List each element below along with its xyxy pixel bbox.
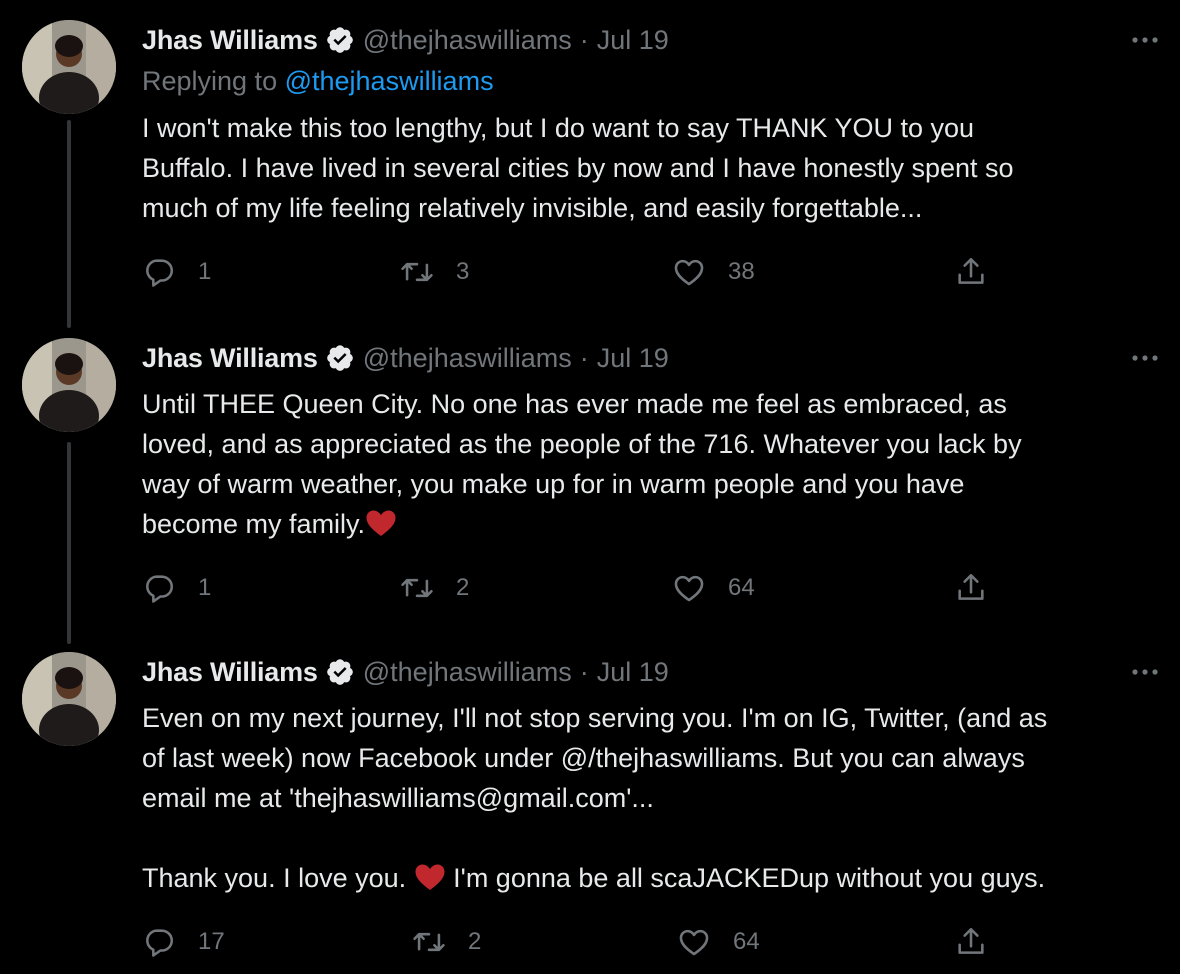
retweet-icon xyxy=(401,262,433,282)
like-button[interactable]: 64 xyxy=(677,922,760,962)
like-icon xyxy=(674,259,704,286)
retweet-button[interactable]: 3 xyxy=(400,252,469,292)
tweet-text: Until THEE Queen City. No one has ever m… xyxy=(142,384,1022,544)
reply-icon xyxy=(146,259,174,287)
tweet-text-line: of last week) now Facebook under @/thejh… xyxy=(142,743,1025,773)
like-count: 38 xyxy=(728,258,755,285)
tweet-header: Jhas Williams @thejhaswilliams · Jul 19 xyxy=(142,652,669,692)
avatar[interactable] xyxy=(22,20,116,114)
tweet-actions: 1 2 64 xyxy=(142,568,1022,608)
author-name[interactable]: Jhas Williams xyxy=(142,25,318,56)
tweet-header: Jhas Williams @thejhaswilliams · Jul 19 xyxy=(142,338,669,378)
reply-count: 1 xyxy=(198,258,212,285)
separator-dot: · xyxy=(579,342,589,373)
tweet-text-line: become my family. xyxy=(142,504,1022,544)
tweet-text-line: Thank you. I love you. I'm gonna be all … xyxy=(142,858,1047,898)
replying-to-label: Replying to xyxy=(142,66,285,96)
replying-to: Replying to @thejhaswilliams xyxy=(142,66,494,97)
retweet-count: 3 xyxy=(456,258,470,285)
like-button[interactable]: 64 xyxy=(672,568,755,608)
thread-line xyxy=(67,442,71,644)
retweet-count: 2 xyxy=(456,574,470,601)
retweet-button[interactable]: 2 xyxy=(412,922,481,962)
tweet-text-line: Until THEE Queen City. No one has ever m… xyxy=(142,389,1007,419)
reply-button[interactable]: 17 xyxy=(142,922,225,962)
tweet-text-blank-line xyxy=(142,818,1047,858)
retweet-icon xyxy=(401,578,433,598)
tweet-date[interactable]: Jul 19 xyxy=(597,343,669,374)
tweet-date[interactable]: Jul 19 xyxy=(597,25,669,56)
reply-count: 17 xyxy=(198,928,225,955)
like-icon xyxy=(679,929,709,956)
avatar[interactable] xyxy=(22,338,116,432)
tweet-header: Jhas Williams @thejhaswilliams · Jul 19 xyxy=(142,20,669,60)
more-options-icon[interactable] xyxy=(1128,662,1162,682)
retweet-count: 2 xyxy=(468,928,482,955)
reply-icon xyxy=(146,929,174,957)
thread-line xyxy=(67,120,71,328)
tweet-date[interactable]: Jul 19 xyxy=(597,657,669,688)
avatar[interactable] xyxy=(22,652,116,746)
author-handle[interactable]: @thejhaswilliams xyxy=(363,25,572,56)
share-icon xyxy=(958,927,984,954)
like-count: 64 xyxy=(733,928,760,955)
verified-badge-icon xyxy=(326,27,353,53)
tweet-3[interactable]: Jhas Williams @thejhaswilliams · Jul 19 … xyxy=(0,652,1180,974)
tweet-2[interactable]: Jhas Williams @thejhaswilliams · Jul 19 … xyxy=(0,338,1180,644)
like-button[interactable]: 38 xyxy=(672,252,755,292)
avatar-image xyxy=(22,20,116,114)
red-heart-emoji-icon xyxy=(415,864,445,890)
tweet-text-line: Buffalo. I have lived in several cities … xyxy=(142,153,1014,183)
share-button[interactable] xyxy=(954,568,988,608)
like-count: 64 xyxy=(728,574,755,601)
share-button[interactable] xyxy=(954,922,988,962)
tweet-text-segment: become my family. xyxy=(142,509,366,539)
separator-dot: · xyxy=(579,24,589,55)
tweet-text: Even on my next journey, I'll not stop s… xyxy=(142,698,1047,898)
avatar-image xyxy=(22,338,116,432)
reply-count: 1 xyxy=(198,574,212,601)
more-options-icon[interactable] xyxy=(1128,30,1162,50)
retweet-button[interactable]: 2 xyxy=(400,568,469,608)
avatar-image xyxy=(22,652,116,746)
author-name[interactable]: Jhas Williams xyxy=(142,343,318,374)
reply-icon xyxy=(146,575,174,603)
like-icon xyxy=(674,575,704,602)
author-handle[interactable]: @thejhaswilliams xyxy=(363,343,572,374)
reply-button[interactable]: 1 xyxy=(142,568,211,608)
verified-badge-icon xyxy=(326,659,353,685)
tweet-text-line: much of my life feeling relatively invis… xyxy=(142,193,923,223)
separator-dot: · xyxy=(579,656,589,687)
author-handle[interactable]: @thejhaswilliams xyxy=(363,657,572,688)
tweet-text-line: I won't make this too lengthy, but I do … xyxy=(142,113,975,143)
tweet-text: I won't make this too lengthy, but I do … xyxy=(142,108,1014,228)
tweet-text-segment: I'm gonna be all scaJACKEDup without you… xyxy=(445,863,1046,893)
share-button[interactable] xyxy=(954,252,988,292)
tweet-text-line: loved, and as appreciated as the people … xyxy=(142,429,1022,459)
share-icon xyxy=(958,573,984,600)
tweet-text-line: email me at 'thejhaswilliams@gmail.com'.… xyxy=(142,783,654,813)
red-heart-emoji-icon xyxy=(366,510,396,536)
tweet-1[interactable]: Jhas Williams @thejhaswilliams · Jul 19 … xyxy=(0,20,1180,328)
share-icon xyxy=(958,257,984,284)
replying-to-link[interactable]: @thejhaswilliams xyxy=(285,66,494,96)
retweet-icon xyxy=(413,932,445,952)
author-name[interactable]: Jhas Williams xyxy=(142,657,318,688)
tweet-text-segment: Thank you. I love you. xyxy=(142,863,414,893)
reply-button[interactable]: 1 xyxy=(142,252,211,292)
tweet-actions: 1 3 38 xyxy=(142,252,1022,292)
tweet-text-line: way of warm weather, you make up for in … xyxy=(142,469,965,499)
tweet-actions: 17 2 64 xyxy=(142,922,1022,962)
more-options-icon[interactable] xyxy=(1128,348,1162,368)
tweet-text-line: Even on my next journey, I'll not stop s… xyxy=(142,703,1048,733)
verified-badge-icon xyxy=(326,345,353,371)
